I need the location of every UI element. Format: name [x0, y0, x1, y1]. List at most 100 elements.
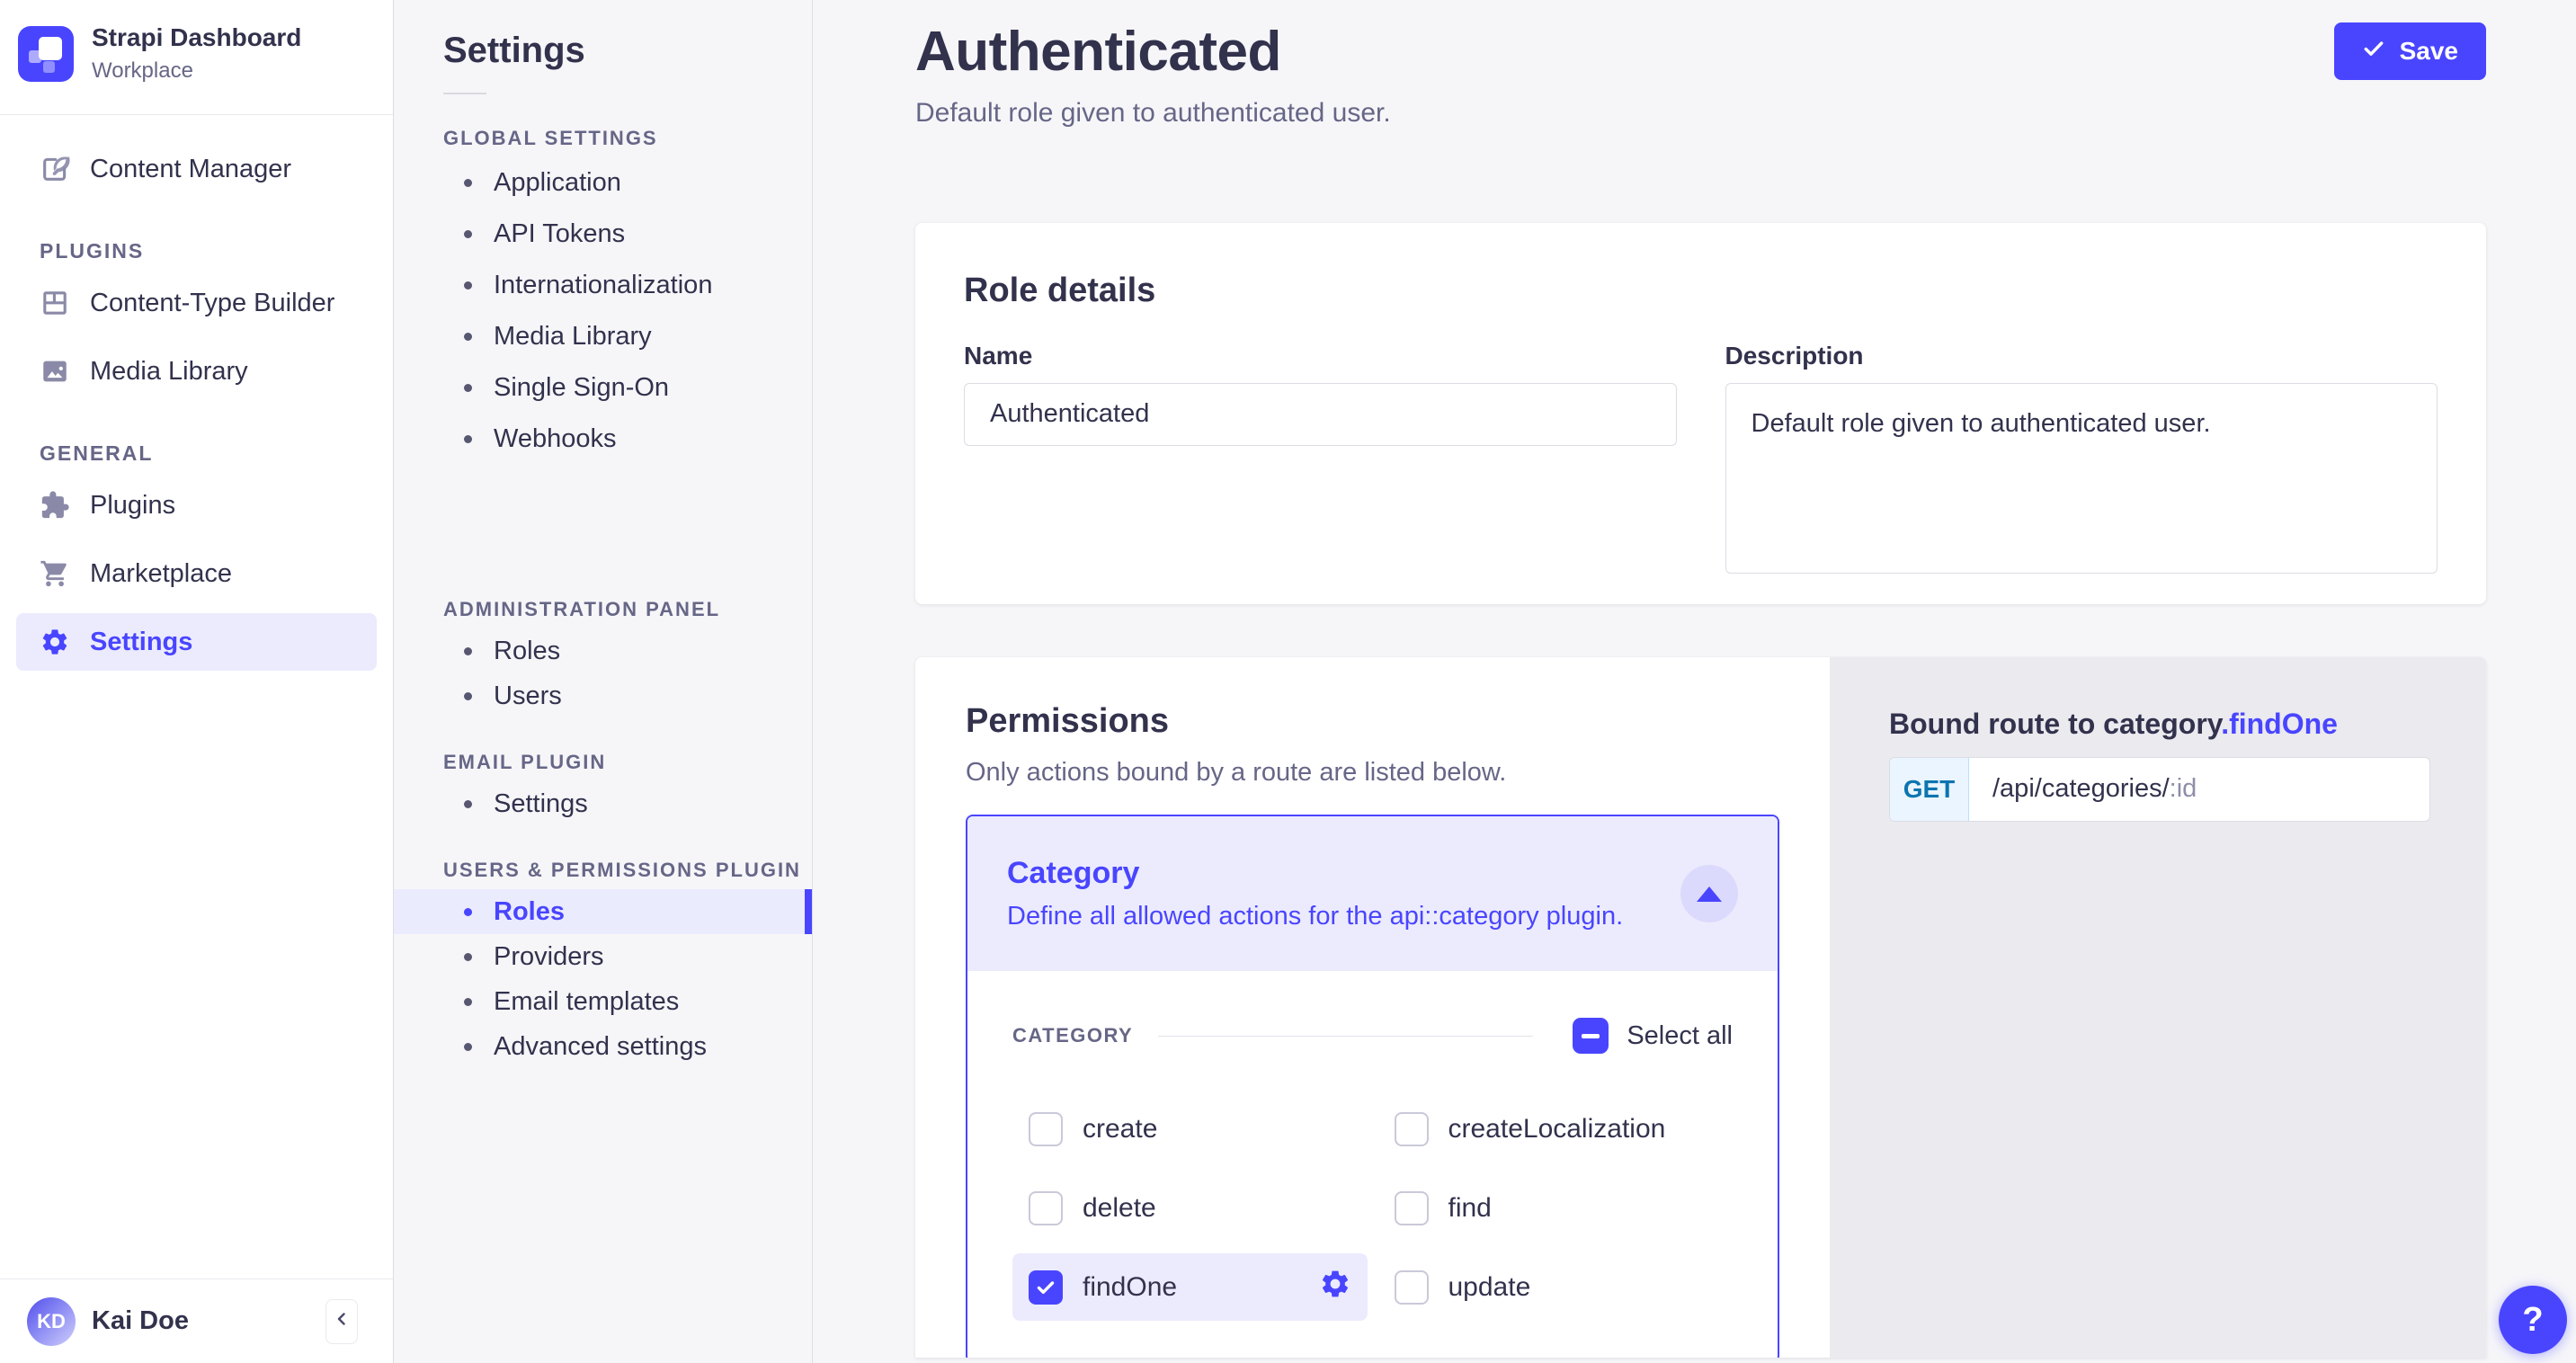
subnav-item-label: Users	[494, 682, 562, 711]
strapi-logo-icon	[18, 26, 74, 82]
description-textarea[interactable]: Default role given to authenticated user…	[1725, 383, 2438, 574]
subnav-item-up-roles[interactable]: Roles	[394, 889, 812, 934]
subnav-title: Settings	[443, 31, 812, 71]
page-header: Authenticated Default role given to auth…	[915, 22, 2486, 129]
permission-row-createLocalization: createLocalization	[1378, 1095, 1734, 1163]
help-button[interactable]: ?	[2499, 1286, 2567, 1354]
category-accordion-text: Category Define all allowed actions for …	[1007, 856, 1623, 931]
subnav-item-label: Email templates	[494, 987, 679, 1017]
subnav-item-media-library[interactable]: Media Library	[394, 311, 812, 362]
subnav-item-label: Roles	[494, 897, 565, 927]
permission-settings-gear-icon[interactable]	[1319, 1268, 1351, 1307]
divider	[443, 93, 486, 94]
sidebar-item-marketplace[interactable]: Marketplace	[16, 545, 377, 602]
brand[interactable]: Strapi Dashboard Workplace	[0, 0, 393, 114]
bullet-icon	[464, 998, 472, 1006]
permission-row-create: create	[1012, 1095, 1368, 1163]
bullet-icon	[464, 800, 472, 808]
divider	[1158, 1036, 1533, 1037]
content-manager-icon	[40, 154, 70, 184]
permission-row-delete: delete	[1012, 1174, 1368, 1242]
permissions-heading: Permissions	[966, 702, 1779, 742]
bullet-icon	[464, 230, 472, 238]
subnav-item-admin-users[interactable]: Users	[394, 673, 812, 718]
permission-label: createLocalization	[1448, 1114, 1666, 1145]
subnav-section: Settings	[394, 781, 812, 826]
subnav-item-webhooks[interactable]: Webhooks	[394, 414, 812, 465]
permission-label: delete	[1083, 1193, 1156, 1224]
subnav-section-email-plugin: EMAIL PLUGIN	[443, 751, 812, 774]
brand-subtitle: Workplace	[92, 58, 301, 84]
subnav-section: Application API Tokens Internationalizat…	[394, 157, 812, 465]
avatar[interactable]: KD	[27, 1297, 76, 1346]
sidebar-item-media-library[interactable]: Media Library	[16, 343, 377, 400]
select-all-label: Select all	[1627, 1021, 1733, 1051]
category-accordion-title: Category	[1007, 856, 1623, 891]
sidebar-footer: KD Kai Doe	[0, 1278, 393, 1363]
subnav-item-advanced-settings[interactable]: Advanced settings	[394, 1024, 812, 1069]
sidebar-item-label: Content Manager	[90, 155, 291, 184]
sidebar-item-content-type-builder[interactable]: Content-Type Builder	[16, 274, 377, 332]
category-accordion-header[interactable]: Category Define all allowed actions for …	[967, 816, 1778, 971]
sidebar-item-settings[interactable]: Settings	[16, 613, 377, 671]
divider	[0, 114, 393, 115]
permission-checkbox-find[interactable]	[1395, 1191, 1429, 1225]
save-button[interactable]: Save	[2334, 22, 2486, 80]
main-content: Authenticated Default role given to auth…	[813, 0, 2576, 1363]
bullet-icon	[464, 435, 472, 443]
brand-text: Strapi Dashboard Workplace	[92, 23, 301, 84]
brand-title: Strapi Dashboard	[92, 23, 301, 52]
subnav-item-application[interactable]: Application	[394, 157, 812, 209]
subnav-section: Roles Users	[394, 628, 812, 718]
bound-route-panel: Bound route to category.findOne GET /api…	[1830, 657, 2486, 1358]
user-name: Kai Doe	[92, 1306, 309, 1336]
sidebar-item-label: Settings	[90, 628, 192, 657]
subnav-item-email-settings[interactable]: Settings	[394, 781, 812, 826]
subnav-item-single-sign-on[interactable]: Single Sign-On	[394, 362, 812, 414]
subnav-item-admin-roles[interactable]: Roles	[394, 628, 812, 673]
permission-checkbox-findOne[interactable]	[1029, 1270, 1063, 1305]
content-type-builder-icon	[40, 288, 70, 318]
page-title: Authenticated	[915, 22, 1391, 81]
subnav-item-providers[interactable]: Providers	[394, 934, 812, 979]
name-input[interactable]	[964, 383, 1677, 446]
subnav-item-email-templates[interactable]: Email templates	[394, 979, 812, 1024]
description-field-group: Description Default role given to authen…	[1725, 342, 2438, 578]
permission-checkbox-update[interactable]	[1395, 1270, 1429, 1305]
settings-subnav: Settings GLOBAL SETTINGS Application API…	[394, 0, 813, 1363]
category-accordion-body: CATEGORY Select all create	[967, 971, 1778, 1321]
subnav-item-label: Single Sign-On	[494, 373, 669, 403]
bullet-icon	[464, 384, 472, 392]
main-sidebar: Strapi Dashboard Workplace Content Manag…	[0, 0, 394, 1363]
name-field-group: Name	[964, 342, 1677, 578]
permission-label: findOne	[1083, 1272, 1177, 1303]
permission-checkbox-createLocalization[interactable]	[1395, 1112, 1429, 1146]
nav-section-general: GENERAL	[40, 441, 393, 466]
bound-route-title-action: .findOne	[2221, 708, 2338, 740]
media-library-icon	[40, 356, 70, 387]
subnav-section: Roles Providers Email templates Advanced…	[394, 889, 812, 1069]
subnav-item-api-tokens[interactable]: API Tokens	[394, 209, 812, 260]
category-accordion: Category Define all allowed actions for …	[966, 815, 1779, 1358]
bound-route-title-prefix: Bound route to category	[1889, 708, 2221, 740]
page-subtitle: Default role given to authenticated user…	[915, 97, 1391, 129]
permission-checkbox-delete[interactable]	[1029, 1191, 1063, 1225]
question-mark-icon: ?	[2522, 1301, 2543, 1340]
subnav-item-internationalization[interactable]: Internationalization	[394, 260, 812, 311]
sidebar-item-content-manager[interactable]: Content Manager	[16, 140, 377, 198]
bullet-icon	[464, 647, 472, 655]
collapse-accordion-button[interactable]	[1680, 865, 1738, 922]
permissions-subtitle: Only actions bound by a route are listed…	[966, 756, 1779, 790]
sidebar-item-plugins[interactable]: Plugins	[16, 477, 377, 534]
select-all-checkbox[interactable]	[1573, 1018, 1609, 1054]
collapse-sidebar-button[interactable]	[325, 1299, 358, 1344]
select-all-control[interactable]: Select all	[1573, 1018, 1733, 1054]
strapi-app: Strapi Dashboard Workplace Content Manag…	[0, 0, 2576, 1363]
subnav-item-label: Providers	[494, 942, 604, 972]
marketplace-icon	[40, 558, 70, 589]
http-method-badge: GET	[1890, 758, 1969, 821]
category-group-label: CATEGORY	[1012, 1024, 1133, 1047]
permission-checkbox-create[interactable]	[1029, 1112, 1063, 1146]
bullet-icon	[464, 179, 472, 187]
bullet-icon	[464, 908, 472, 916]
